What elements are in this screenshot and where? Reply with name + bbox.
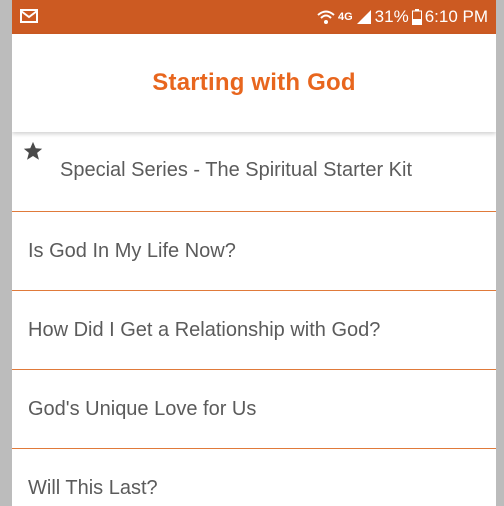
list-item-label: God's Unique Love for Us: [28, 397, 257, 420]
wifi-icon: [317, 9, 335, 25]
status-bar: 4G 31% 6:10 PM: [12, 0, 496, 34]
app-header: Starting with God: [12, 34, 496, 132]
list-item[interactable]: Will This Last?: [12, 449, 496, 506]
list-item[interactable]: How Did I Get a Relationship with God?: [12, 291, 496, 370]
list-item[interactable]: God's Unique Love for Us: [12, 370, 496, 449]
page-title: Starting with God: [152, 69, 356, 96]
network-type-label: 4G: [337, 11, 353, 23]
device-frame: 4G 31% 6:10 PM Starting with God Special…: [0, 0, 504, 506]
status-indicators: 4G 31% 6:10 PM: [317, 0, 488, 34]
list-item[interactable]: Special Series - The Spiritual Starter K…: [12, 132, 496, 212]
list-item-label: Will This Last?: [28, 476, 158, 499]
lesson-list: Special Series - The Spiritual Starter K…: [12, 132, 496, 506]
list-item-label: How Did I Get a Relationship with God?: [28, 318, 381, 341]
list-item-label: Special Series - The Spiritual Starter K…: [60, 159, 413, 181]
list-item[interactable]: Is God In My Life Now?: [12, 212, 496, 291]
star-icon: [22, 140, 44, 162]
battery-icon: [411, 9, 422, 25]
battery-percent: 31%: [374, 7, 409, 26]
gmail-icon: [20, 8, 38, 24]
app-screen: 4G 31% 6:10 PM Starting with God Special…: [12, 0, 496, 506]
clock: 6:10 PM: [424, 7, 488, 26]
list-item-label: Is God In My Life Now?: [28, 239, 236, 262]
signal-icon: [356, 9, 372, 25]
